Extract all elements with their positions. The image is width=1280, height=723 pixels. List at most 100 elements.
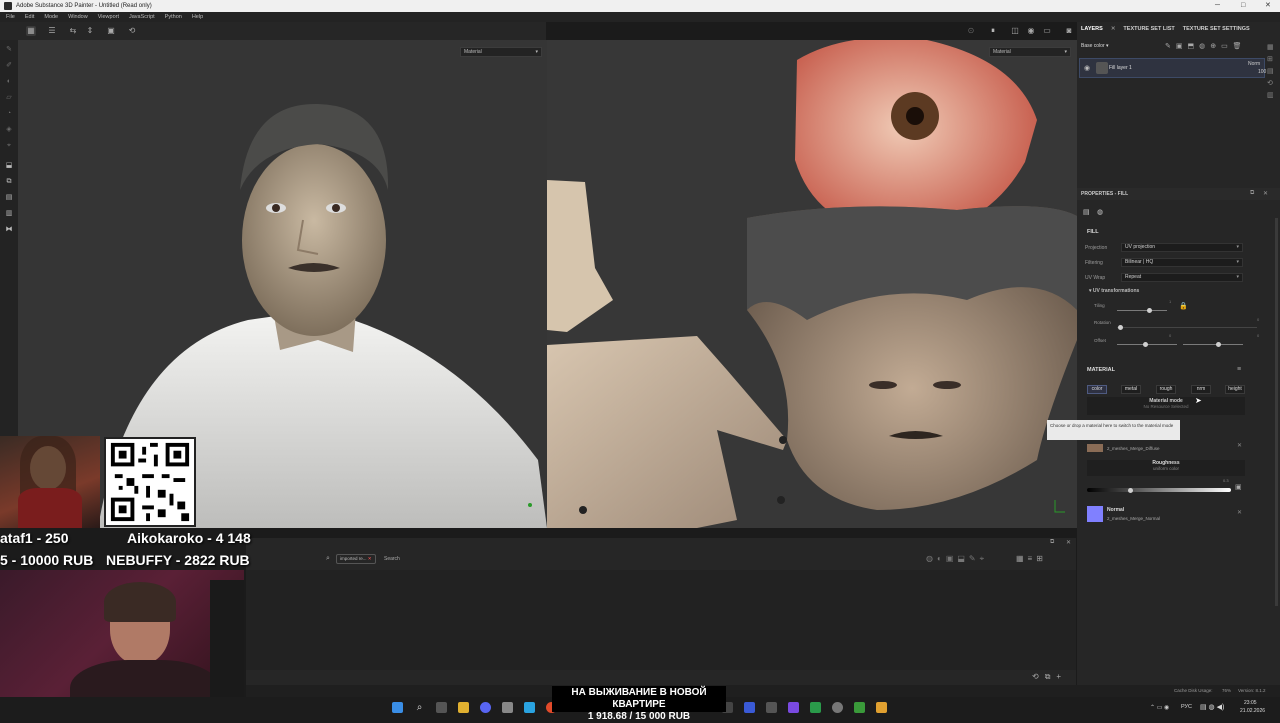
material-ball-icon[interactable]: ◍ xyxy=(1097,208,1103,216)
swap-view-icon[interactable]: ⇆ xyxy=(68,26,78,36)
channel-dropdown[interactable]: Base color ▾ xyxy=(1081,42,1121,51)
undock-icon[interactable]: ⧉ xyxy=(1250,190,1254,197)
rotation-slider-knob[interactable] xyxy=(1118,325,1123,330)
uv-transformations-toggle[interactable]: ▾ UV transformations xyxy=(1089,288,1139,294)
asset-filter-icons[interactable]: ◍◐▣⬓✎⌖ xyxy=(926,554,988,564)
align-icon[interactable]: ⇕ xyxy=(85,26,95,36)
properties-scrollbar[interactable] xyxy=(1275,218,1278,606)
projection-dropdown[interactable]: UV projection ▾ xyxy=(1121,243,1243,252)
telegram-icon[interactable] xyxy=(524,702,535,713)
app-icon[interactable] xyxy=(832,702,843,713)
file-explorer-icon[interactable] xyxy=(458,702,469,713)
material-menu-icon[interactable]: ≡ xyxy=(1237,366,1241,373)
language-indicator[interactable]: РУС xyxy=(1181,704,1192,710)
close-icon[interactable]: ✕ xyxy=(1111,26,1116,32)
tray-icons[interactable]: ⌃ ▭ ◉ xyxy=(1150,704,1169,711)
close-icon[interactable]: ✕ xyxy=(1066,539,1071,546)
projection-icon[interactable]: ◐ xyxy=(4,78,14,86)
lock-icon[interactable]: 🔒 xyxy=(1179,302,1188,310)
screenshot-icon[interactable]: ◙ xyxy=(1064,26,1074,36)
roughness-slider-knob[interactable] xyxy=(1128,488,1133,493)
menu-mode[interactable]: Mode xyxy=(44,12,58,22)
render-icon[interactable]: ◫ xyxy=(1010,26,1020,36)
minimize-icon[interactable]: ─ xyxy=(1215,0,1220,12)
undock-icon[interactable]: ⧉ xyxy=(1050,539,1054,546)
paint-brush-icon[interactable]: ✎ xyxy=(4,46,14,54)
clock-date[interactable]: 21.02.2026 xyxy=(1240,708,1265,714)
filtering-dropdown[interactable]: Bilinear | HQ ▾ xyxy=(1121,258,1243,267)
app-icon[interactable] xyxy=(810,702,821,713)
chip-metal[interactable]: metal xyxy=(1121,385,1141,394)
layer-row[interactable]: ◉ Fill layer 1 Norm 100 xyxy=(1079,58,1266,78)
picker-icon[interactable]: ⌖ xyxy=(4,142,14,150)
tab-layers[interactable]: LAYERS xyxy=(1081,26,1103,32)
smudge-icon[interactable]: ◔ xyxy=(4,110,14,118)
polygon-fill-icon[interactable]: ▱ xyxy=(4,94,14,102)
uvwrap-dropdown[interactable]: Repeat ▾ xyxy=(1121,273,1243,282)
tab-texture-set-settings[interactable]: TEXTURE SET SETTINGS xyxy=(1183,26,1250,32)
menu-file[interactable]: File xyxy=(6,12,15,22)
link-icon[interactable]: ⧓ xyxy=(4,226,14,234)
offset-y-slider[interactable] xyxy=(1183,344,1243,345)
layer-opacity[interactable]: 100 xyxy=(1258,69,1266,75)
network-volume-icons[interactable]: ▤ ◍ ◀) xyxy=(1200,703,1224,711)
view-mode-icons[interactable]: ▦≡⊞ xyxy=(1016,554,1047,563)
eraser-icon[interactable]: ✐ xyxy=(4,62,14,70)
basecolor-resource-row[interactable]: 2_meshes_Merge_Diffuse ✕ xyxy=(1087,442,1245,454)
rotation-slider[interactable] xyxy=(1117,327,1257,328)
fill-settings-icon[interactable]: ▤ xyxy=(1083,208,1090,216)
chip-height[interactable]: height xyxy=(1225,385,1245,394)
search-input[interactable]: Search xyxy=(384,556,400,562)
bake-icon[interactable]: ⬓ xyxy=(4,162,14,170)
menu-viewport[interactable]: Viewport xyxy=(98,12,119,22)
doc-icon[interactable]: ▥ xyxy=(4,210,14,218)
video-icon[interactable]: ▭ xyxy=(1042,26,1052,36)
offset-y-slider-knob[interactable] xyxy=(1216,342,1221,347)
tiling-slider[interactable] xyxy=(1117,310,1167,311)
chip-color[interactable]: color xyxy=(1087,385,1107,394)
clone-icon[interactable]: ◈ xyxy=(4,126,14,134)
remove-icon[interactable]: ✕ xyxy=(1237,509,1242,516)
app-icon[interactable] xyxy=(788,702,799,713)
maximize-icon[interactable]: □ xyxy=(1241,0,1245,12)
menu-python[interactable]: Python xyxy=(165,12,182,22)
layer-blend-mode[interactable]: Norm xyxy=(1248,61,1260,67)
footer-icons[interactable]: ⟲⧉+ xyxy=(1032,672,1067,682)
app-icon[interactable] xyxy=(766,702,777,713)
menu-javascript[interactable]: JavaScript xyxy=(129,12,155,22)
filter-tag[interactable]: imported re... ✕ xyxy=(336,554,376,564)
chip-nrm[interactable]: nrm xyxy=(1191,385,1211,394)
search-icon[interactable]: ⌕ xyxy=(414,702,425,713)
display-icon[interactable]: ◉ xyxy=(1026,26,1036,36)
normal-slot[interactable]: Normal 2_meshes_Merge_Normal ✕ xyxy=(1087,504,1245,524)
menu-window[interactable]: Window xyxy=(68,12,88,22)
remove-icon[interactable]: ✕ xyxy=(1237,442,1242,449)
app-icon[interactable] xyxy=(502,702,513,713)
layer-action-icons[interactable]: ✎▣⬒◍⊕▭🗑 xyxy=(1165,42,1265,52)
viewport-2d[interactable]: Material ▾ xyxy=(547,40,1077,528)
close-icon[interactable]: ✕ xyxy=(1263,190,1268,197)
app-icon[interactable] xyxy=(876,702,887,713)
menu-edit[interactable]: Edit xyxy=(25,12,34,22)
material-mode-slot[interactable]: Material mode No Resource Selected xyxy=(1087,397,1245,415)
grid-layout-icon[interactable]: ▦ xyxy=(26,26,36,36)
visibility-eye-icon[interactable]: ◉ xyxy=(1084,64,1090,72)
roughness-slot[interactable]: Roughness uniform color xyxy=(1087,460,1245,476)
pause-icon[interactable]: ⏸ xyxy=(988,26,998,36)
task-view-icon[interactable] xyxy=(436,702,447,713)
tab-texture-set-list[interactable]: TEXTURE SET LIST xyxy=(1123,26,1174,32)
history-icon[interactable]: ⟲ xyxy=(127,26,137,36)
picker-icon[interactable]: ▣ xyxy=(1235,483,1242,491)
close-icon[interactable]: ✕ xyxy=(1265,0,1271,12)
clock-time[interactable]: 23:05 xyxy=(1244,700,1257,706)
layer-tool-icon[interactable]: ⧉ xyxy=(4,178,14,186)
chip-rough[interactable]: rough xyxy=(1156,385,1176,394)
camera-sync-icon[interactable]: ⊙ xyxy=(966,26,976,36)
tiling-slider-knob[interactable] xyxy=(1147,308,1152,313)
roughness-slider[interactable] xyxy=(1087,488,1231,492)
asset-browser[interactable] xyxy=(246,570,1076,670)
menu-help[interactable]: Help xyxy=(192,12,203,22)
offset-x-slider-knob[interactable] xyxy=(1143,342,1148,347)
close-icon[interactable]: ✕ xyxy=(368,556,372,561)
frame-icon[interactable]: ▣ xyxy=(106,26,116,36)
